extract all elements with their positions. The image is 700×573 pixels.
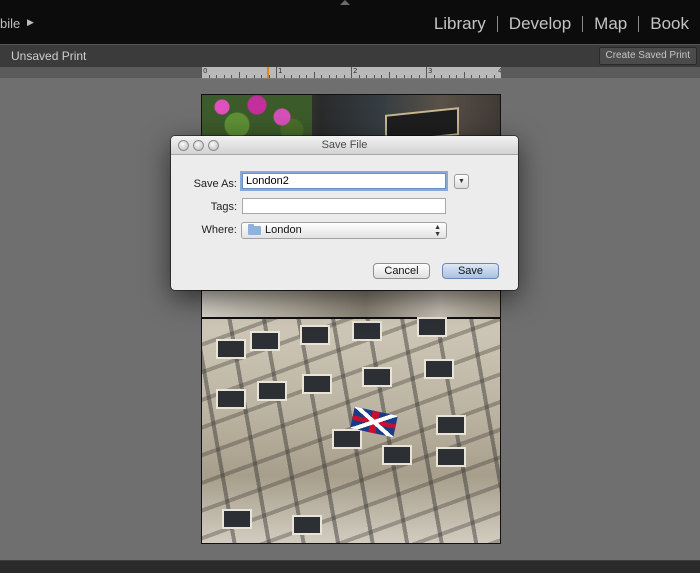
ruler-tick [388, 72, 390, 78]
module-develop[interactable]: Develop [498, 14, 582, 34]
ruler-tick [478, 75, 480, 78]
ruler-tick [298, 75, 300, 78]
ruler-tick [208, 75, 210, 78]
ruler-number: 2 [353, 67, 358, 75]
dialog-titlebar[interactable]: Save File [171, 136, 518, 155]
dialog-title: Save File [321, 139, 368, 151]
ruler-tick [493, 75, 495, 78]
tags-label: Tags: [210, 201, 237, 213]
module-picker-bar: bile ▶ Library Develop Map Book [0, 0, 700, 44]
building-window-image [257, 381, 287, 401]
ruler-tick [328, 75, 330, 78]
ruler-tick [306, 75, 307, 78]
chevron-down-icon: ▼ [458, 178, 465, 185]
expand-dialog-button[interactable]: ▼ [454, 174, 469, 189]
save-as-input[interactable]: London2 [242, 173, 446, 189]
print-toolbar: Unsaved Print Create Saved Print [0, 44, 700, 68]
ruler-tick [456, 75, 457, 78]
module-map[interactable]: Map [583, 14, 638, 34]
ruler-tick [253, 75, 255, 78]
building-window-image [250, 331, 280, 351]
ruler-tick [238, 72, 240, 78]
building-window-image [332, 429, 362, 449]
ruler-tick [366, 75, 367, 78]
ruler-tick [441, 75, 442, 78]
ruler-tick [343, 75, 345, 78]
ruler-tick [201, 67, 202, 78]
building-window-image [352, 321, 382, 341]
ruler-tick [336, 75, 337, 78]
print-title: Unsaved Print [11, 49, 87, 63]
ruler-tick [403, 75, 405, 78]
ruler-tick [261, 75, 262, 78]
filmstrip-bar [0, 560, 700, 573]
ruler-tick [463, 72, 465, 78]
building-window-image [424, 359, 454, 379]
ruler-tick [223, 75, 225, 78]
ruler-tick [291, 75, 292, 78]
where-value: London [265, 224, 302, 236]
ruler-tick [313, 72, 315, 78]
flowers-image [202, 95, 312, 137]
ruler-tick [216, 75, 217, 78]
building-window-image [362, 367, 392, 387]
where-label: Where: [201, 224, 237, 236]
ruler-tick [486, 75, 487, 78]
building-window-image [302, 374, 332, 394]
building-window-image [417, 317, 447, 337]
building-window-image [436, 415, 466, 435]
ruler-tick [448, 75, 450, 78]
module-library[interactable]: Library [423, 14, 497, 34]
ruler-tick [351, 67, 352, 78]
building-window-image [382, 445, 412, 465]
ruler-number: 1 [278, 67, 283, 75]
panel-collapse-caret-icon[interactable] [340, 0, 350, 5]
building-window-image [436, 447, 466, 467]
ruler-tick [358, 75, 360, 78]
ruler-tick [381, 75, 382, 78]
save-as-label: Save As: [193, 178, 237, 190]
building-window-image [292, 515, 322, 535]
building-window-image [300, 325, 330, 345]
street-image-strip [202, 291, 500, 317]
ruler-gutter [501, 67, 700, 78]
create-saved-print-button[interactable]: Create Saved Print [598, 47, 697, 65]
where-select[interactable]: London ▲ ▼ [241, 222, 447, 239]
module-nav: Library Develop Map Book [423, 14, 700, 34]
updown-arrows-icon: ▲ ▼ [434, 224, 441, 238]
play-triangle-icon[interactable]: ▶ [27, 17, 34, 28]
ruler-tick [373, 75, 375, 78]
ruler-tick [411, 75, 412, 78]
ruler-tick [396, 75, 397, 78]
building-window-image [216, 389, 246, 409]
building-window-image [222, 509, 252, 529]
ruler-number: 0 [203, 67, 208, 75]
ruler-number: 3 [428, 67, 433, 75]
ruler-tick [231, 75, 232, 78]
module-book[interactable]: Book [639, 14, 700, 34]
horizontal-ruler: 0 1 2 3 4 [201, 67, 501, 79]
ruler-tick [471, 75, 472, 78]
save-button[interactable]: Save [442, 263, 499, 279]
building-window-image [216, 339, 246, 359]
cancel-button[interactable]: Cancel [373, 263, 430, 279]
ruler-tick [433, 75, 435, 78]
save-file-dialog: Save File Save As: London2 ▼ Tags: Where… [171, 136, 518, 290]
photo-cell-bottom[interactable] [202, 317, 500, 543]
ruler-tick [321, 75, 322, 78]
ruler-tick [268, 75, 270, 78]
ruler-gutter [0, 67, 201, 78]
ruler-tick [426, 67, 427, 78]
mobile-module-label[interactable]: bile [0, 16, 20, 31]
ruler-tick [283, 75, 285, 78]
tags-input[interactable] [242, 198, 446, 214]
folder-icon [248, 224, 261, 235]
ruler-tick [276, 67, 277, 78]
ruler-tick [246, 75, 247, 78]
ruler-tick [418, 75, 420, 78]
